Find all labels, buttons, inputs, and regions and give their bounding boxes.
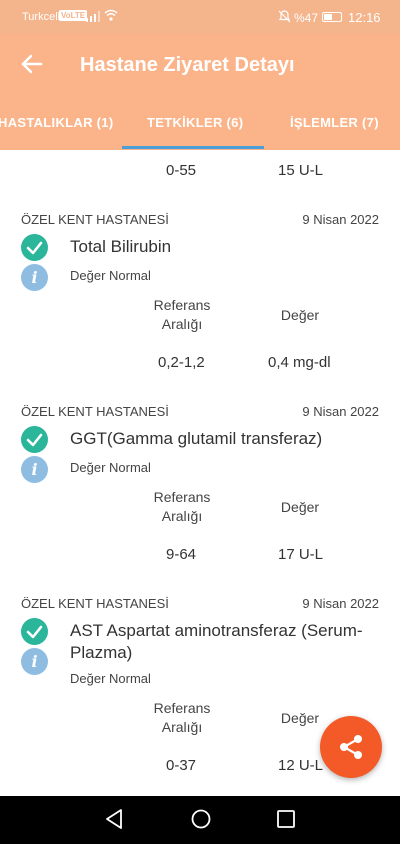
test-name: AST Aspartat aminotransferaz (Serum-Plaz… bbox=[70, 621, 363, 662]
mute-bell-icon bbox=[278, 10, 291, 26]
tab-diseases[interactable]: HASTALIKLAR (1) bbox=[0, 115, 113, 130]
test-list[interactable]: 0-55 15 U-L ÖZEL KENT HASTANESİ 9 Nisan … bbox=[0, 150, 400, 796]
carrier-label: Turkcell bbox=[22, 11, 61, 23]
reference-range-value: 0,2-1,2 bbox=[158, 354, 205, 371]
reference-range-value: 0-37 bbox=[166, 757, 197, 774]
reference-range-value: 9-64 bbox=[166, 546, 197, 563]
recents-square-icon[interactable] bbox=[276, 808, 296, 835]
tab-bar: HASTALIKLAR (1) TETKİKLER (6) İŞLEMLER (… bbox=[0, 98, 400, 150]
check-circle-icon bbox=[21, 426, 48, 453]
visit-date: 9 Nisan 2022 bbox=[302, 404, 379, 419]
status-label: Değer Normal bbox=[70, 460, 151, 475]
tab-tests[interactable]: TETKİKLER (6) bbox=[147, 115, 243, 130]
status-bar: Turkcell VoLTE %47 12:16 bbox=[0, 0, 400, 34]
battery-percent: %47 bbox=[294, 11, 319, 25]
value-header: Değer bbox=[280, 307, 320, 323]
status-label: Değer Normal bbox=[70, 671, 151, 686]
info-icon[interactable]: i bbox=[21, 264, 48, 291]
test-value: 12 U-L bbox=[278, 757, 324, 774]
value-header: Değer bbox=[280, 499, 320, 515]
test-value: 0,4 mg-dl bbox=[268, 354, 331, 371]
hospital-name: ÖZEL KENT HASTANESİ bbox=[21, 596, 169, 611]
check-circle-icon bbox=[21, 618, 48, 645]
system-nav-bar bbox=[0, 796, 400, 844]
reference-range-value: 0-55 bbox=[166, 162, 197, 179]
signal-icon bbox=[86, 11, 100, 25]
home-circle-icon[interactable] bbox=[190, 808, 212, 835]
reference-range-header: Referans Aralığı bbox=[153, 297, 211, 332]
reference-range-header: Referans Aralığı bbox=[153, 489, 211, 524]
back-triangle-icon[interactable] bbox=[104, 808, 124, 835]
check-circle-icon bbox=[21, 234, 48, 261]
test-name: GGT(Gamma glutamil transferaz) bbox=[70, 429, 323, 448]
test-name: Total Bilirubin bbox=[70, 237, 172, 256]
status-label: Değer Normal bbox=[70, 268, 151, 283]
test-value: 15 U-L bbox=[278, 162, 324, 179]
reference-range-header: Referans Aralığı bbox=[153, 700, 211, 735]
test-value: 17 U-L bbox=[278, 546, 324, 563]
info-icon[interactable]: i bbox=[21, 648, 48, 675]
wifi-icon bbox=[104, 9, 118, 24]
tab-procedures[interactable]: İŞLEMLER (7) bbox=[290, 115, 379, 130]
battery-icon bbox=[322, 12, 342, 22]
info-icon[interactable]: i bbox=[21, 456, 48, 483]
tab-indicator bbox=[122, 146, 264, 149]
share-button[interactable] bbox=[320, 716, 382, 778]
hospital-name: ÖZEL KENT HASTANESİ bbox=[21, 404, 169, 419]
page-title: Hastane Ziyaret Detayı bbox=[80, 54, 295, 76]
value-header: Değer bbox=[280, 710, 320, 726]
app-bar: Hastane Ziyaret Detayı bbox=[0, 34, 400, 98]
volte-badge: VoLTE bbox=[59, 10, 88, 21]
clock: 12:16 bbox=[348, 10, 381, 25]
visit-date: 9 Nisan 2022 bbox=[302, 596, 379, 611]
arrow-left-icon[interactable] bbox=[18, 50, 46, 78]
hospital-name: ÖZEL KENT HASTANESİ bbox=[21, 212, 169, 227]
visit-date: 9 Nisan 2022 bbox=[302, 212, 379, 227]
